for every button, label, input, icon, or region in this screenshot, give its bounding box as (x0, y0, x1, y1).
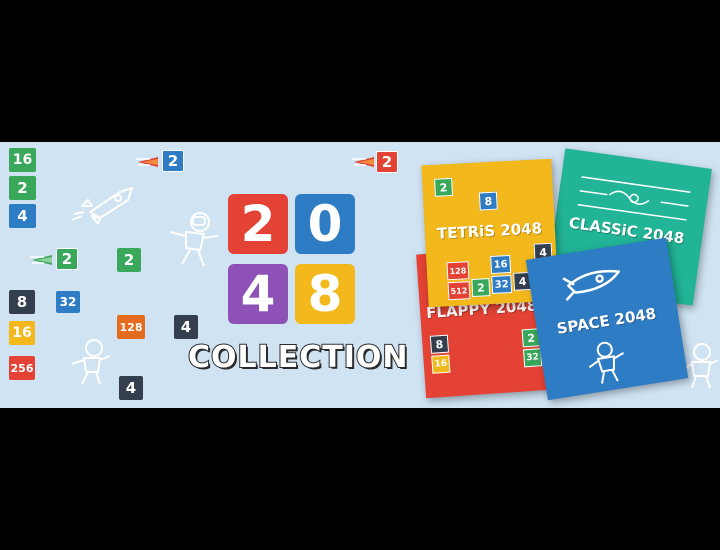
rocket-icon (557, 256, 633, 310)
tetris-tile: 2 (434, 177, 454, 197)
tile-128: 128 (117, 315, 145, 339)
rocket-icon (70, 184, 140, 228)
astronaut-icon (66, 338, 116, 392)
flappy-tile: 16 (431, 354, 451, 374)
tetris-tile: 16 (490, 254, 512, 274)
tetris-tile: 32 (491, 274, 513, 294)
logo-tile-8: 8 (295, 264, 355, 324)
tile-4: 4 (174, 315, 198, 339)
logo-tile-2: 2 (228, 194, 288, 254)
tile-4: 4 (9, 204, 36, 228)
tile-2: 2 (117, 248, 141, 272)
comet-tile: 2 (376, 151, 398, 173)
comet-tile: 2 (56, 248, 78, 270)
comet-tile: 2 (162, 150, 184, 172)
space-card[interactable]: SPACE 2048 (525, 237, 689, 401)
flappy-tile: 8 (429, 334, 450, 354)
collection-title: COLLECTION (187, 339, 409, 376)
promo-banner: 2 2 2 16 2 4 2 8 32 16 128 4 256 4 2 0 4… (0, 142, 720, 408)
astronaut-icon (584, 338, 631, 394)
tetris-tile: 128 (446, 261, 470, 281)
tile-8: 8 (9, 290, 35, 314)
logo-tile-0: 0 (295, 194, 355, 254)
astronaut-icon (160, 210, 222, 274)
tile-4: 4 (119, 376, 143, 400)
tetris-card-title: TETRiS 2048 (436, 219, 543, 243)
tetris-tile: 512 (447, 281, 471, 301)
logo-tile-4: 4 (228, 264, 288, 324)
tile-16: 16 (9, 148, 36, 172)
tetris-tile: 2 (471, 278, 491, 298)
tile-16: 16 (9, 321, 35, 345)
tile-256: 256 (9, 356, 35, 380)
tile-2: 2 (9, 176, 36, 200)
tetris-tile: 8 (478, 191, 498, 211)
tile-32: 32 (56, 291, 80, 313)
